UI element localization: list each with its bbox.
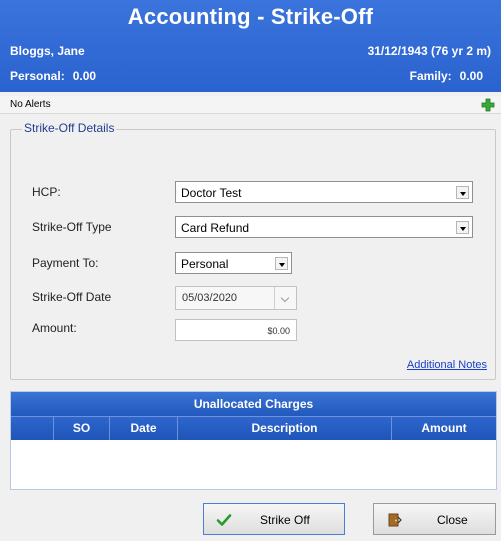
column-header-amount[interactable]: Amount xyxy=(391,417,496,440)
amount-label: Amount: xyxy=(32,321,77,335)
chevron-down-icon[interactable] xyxy=(274,287,296,309)
strike-off-date-value: 05/03/2020 xyxy=(182,292,238,304)
alerts-text: No Alerts xyxy=(10,99,51,110)
strike-off-date-picker[interactable]: 05/03/2020 xyxy=(175,286,297,310)
column-header-select[interactable] xyxy=(11,417,53,440)
personal-balance-value: 0.00 xyxy=(72,69,97,83)
chevron-down-icon[interactable] xyxy=(275,257,288,270)
family-balance-label: Family: xyxy=(409,69,452,83)
amount-input[interactable]: $0.00 xyxy=(175,319,297,341)
alerts-bar: No Alerts xyxy=(0,96,501,114)
strike-off-type-value: Card Refund xyxy=(181,221,250,235)
hcp-label: HCP: xyxy=(32,185,61,199)
strike-off-details-title: Strike-Off Details xyxy=(22,121,117,135)
strike-off-type-label: Strike-Off Type xyxy=(32,220,112,234)
strike-off-button-label: Strike Off xyxy=(260,513,310,527)
close-button[interactable]: Close xyxy=(373,503,496,535)
strike-off-type-select[interactable]: Card Refund xyxy=(175,216,473,238)
family-balance: Family: 0.00 xyxy=(410,69,483,83)
patient-dob: 31/12/1943 (76 yr 2 m) xyxy=(367,44,491,58)
payment-to-label: Payment To: xyxy=(32,256,99,270)
additional-notes-link[interactable]: Additional Notes xyxy=(407,359,487,371)
personal-balance-label: Personal: xyxy=(10,69,65,83)
grid-header-row: SO Date Description Amount xyxy=(11,416,496,440)
strike-off-button[interactable]: Strike Off xyxy=(203,503,345,535)
payment-to-value: Personal xyxy=(181,257,229,271)
patient-name: Bloggs, Jane xyxy=(10,44,85,58)
family-balance-value: 0.00 xyxy=(459,69,483,83)
add-alert-icon[interactable] xyxy=(481,98,495,112)
window-header: Accounting - Strike-Off Bloggs, Jane 31/… xyxy=(0,0,501,92)
column-header-so[interactable]: SO xyxy=(53,417,109,440)
strike-off-date-label: Strike-Off Date xyxy=(32,290,112,304)
chevron-down-icon[interactable] xyxy=(456,186,469,199)
chevron-down-icon[interactable] xyxy=(456,221,469,234)
hcp-select[interactable]: Doctor Test xyxy=(175,181,473,203)
window-title: Accounting - Strike-Off xyxy=(127,4,374,29)
grid-title: Unallocated Charges xyxy=(11,392,496,416)
close-button-label: Close xyxy=(437,513,468,527)
column-header-date[interactable]: Date xyxy=(109,417,177,440)
personal-balance: Personal: 0.00 xyxy=(10,69,96,83)
payment-to-select[interactable]: Personal xyxy=(175,252,292,274)
exit-door-icon xyxy=(388,513,402,527)
hcp-select-value: Doctor Test xyxy=(181,186,242,200)
unallocated-charges-grid: Unallocated Charges SO Date Description … xyxy=(10,391,497,490)
checkmark-icon xyxy=(216,514,232,526)
column-header-description[interactable]: Description xyxy=(177,417,391,440)
